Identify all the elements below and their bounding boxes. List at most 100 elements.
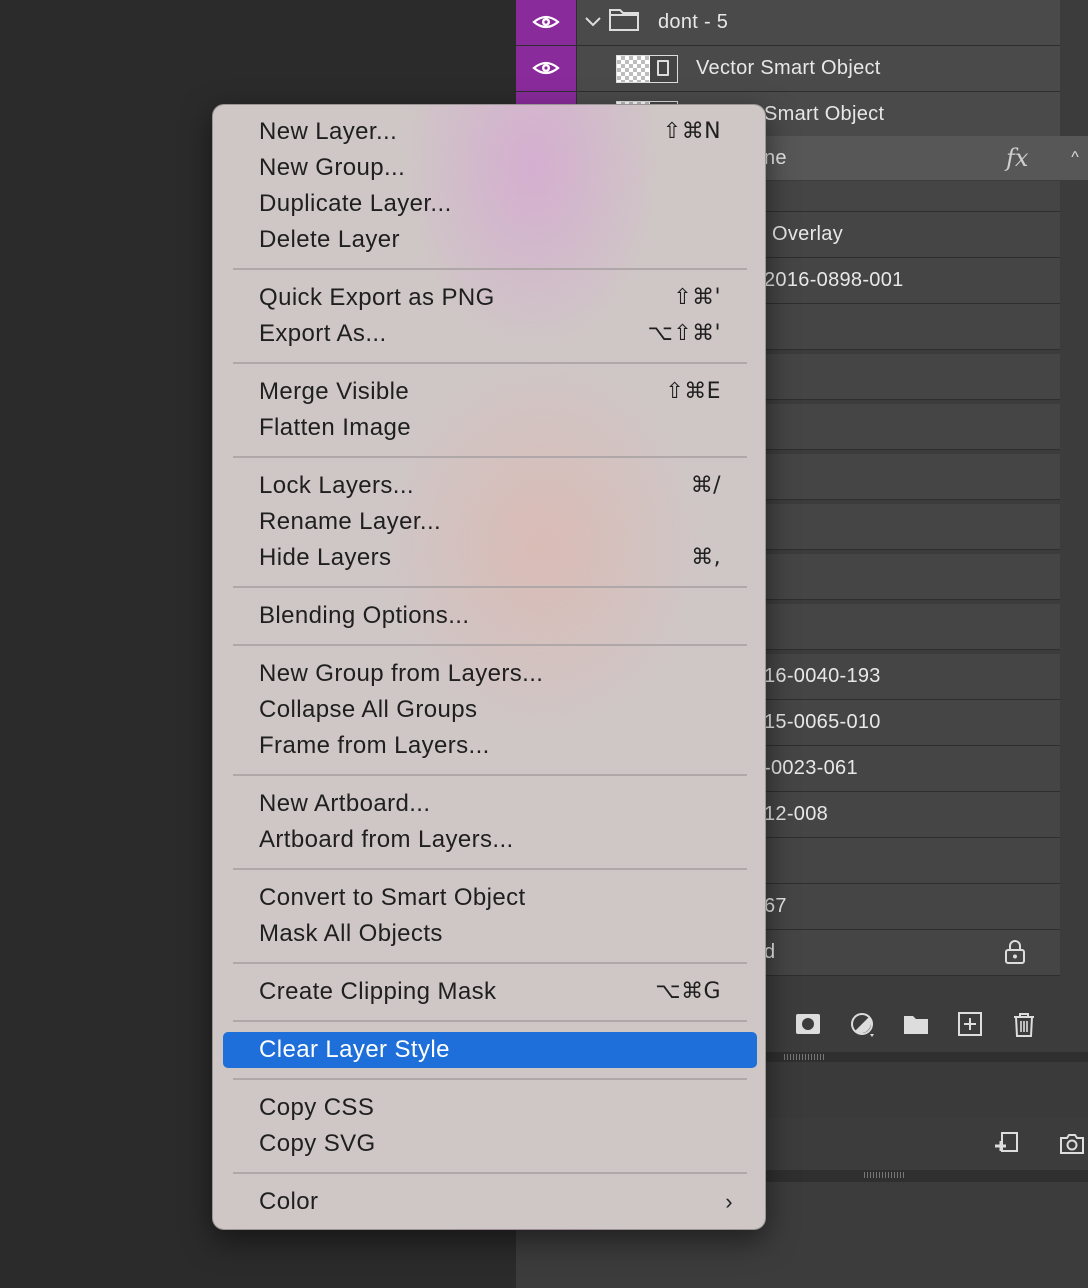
menu-item-label: Quick Export as PNG (259, 284, 495, 311)
smart-object-thumbnail (616, 55, 678, 83)
menu-item-shortcut: ⌥⇧⌘' (647, 321, 721, 346)
menu-item-convert-to-smart-object[interactable]: Convert to Smart Object (223, 880, 757, 916)
layer-name: -0023-061 (764, 757, 858, 779)
menu-item-collapse-all-groups[interactable]: Collapse All Groups (223, 692, 757, 728)
menu-item-rename-layer[interactable]: Rename Layer... (223, 504, 757, 540)
menu-item-delete-layer[interactable]: Delete Layer (223, 222, 757, 258)
camera-icon[interactable] (1058, 1130, 1086, 1158)
menu-item-label: Delete Layer (259, 226, 400, 253)
layer-name: 67 (764, 895, 787, 917)
menu-item-label: Export As... (259, 320, 387, 347)
menu-separator (233, 962, 747, 964)
resize-grip[interactable] (784, 1054, 824, 1060)
mask-icon[interactable] (794, 1010, 822, 1038)
eye-icon (532, 61, 560, 75)
layer-name: 16-0040-193 (764, 665, 881, 687)
layer-context-menu: New Layer... ⇧⌘N New Group... Duplicate Lay… (212, 104, 766, 1230)
menu-item-shortcut: ⇧⌘E (665, 379, 721, 404)
menu-item-label: New Artboard... (259, 790, 431, 817)
menu-separator (233, 362, 747, 364)
menu-item-merge-visible[interactable]: Merge Visible ⇧⌘E (223, 374, 757, 410)
menu-item-export-as[interactable]: Export As... ⌥⇧⌘' (223, 316, 757, 352)
menu-item-label: Create Clipping Mask (259, 978, 497, 1005)
menu-item-clear-layer-style[interactable]: Clear Layer Style (223, 1032, 757, 1068)
menu-separator (233, 868, 747, 870)
menu-separator (233, 456, 747, 458)
layer-row-smart-object[interactable]: Vector Smart Object (516, 46, 1060, 92)
menu-item-label: Lock Layers... (259, 472, 415, 499)
layer-name: dont - 5 (658, 11, 729, 33)
menu-item-lock-layers[interactable]: Lock Layers... ⌘/ (223, 468, 757, 504)
menu-item-color[interactable]: Color › (223, 1184, 757, 1220)
chevron-down-icon[interactable] (584, 13, 602, 31)
menu-item-label: Color (259, 1188, 319, 1215)
menu-separator (233, 586, 747, 588)
menu-item-shortcut: ⇧⌘N (662, 119, 721, 144)
resize-grip[interactable] (864, 1172, 904, 1178)
menu-separator (233, 1078, 747, 1080)
collapse-button[interactable]: ^ (1060, 136, 1088, 180)
menu-item-copy-svg[interactable]: Copy SVG (223, 1126, 757, 1162)
menu-item-artboard-from-layers[interactable]: Artboard from Layers... (223, 822, 757, 858)
menu-item-new-group-from-layers[interactable]: New Group from Layers... (223, 656, 757, 692)
new-layer-icon[interactable] (956, 1010, 984, 1038)
menu-item-copy-css[interactable]: Copy CSS (223, 1090, 757, 1126)
visibility-toggle[interactable] (516, 46, 577, 91)
eye-icon (532, 15, 560, 29)
menu-item-label: Hide Layers (259, 544, 392, 571)
adjustment-icon[interactable] (848, 1010, 876, 1038)
menu-item-shortcut: ⇧⌘' (673, 285, 721, 310)
menu-item-new-artboard[interactable]: New Artboard... (223, 786, 757, 822)
chevron-right-icon: › (725, 1189, 733, 1214)
layer-name: Vector Smart Object (696, 57, 881, 79)
menu-item-quick-export-as-png[interactable]: Quick Export as PNG ⇧⌘' (223, 280, 757, 316)
menu-item-label: New Layer... (259, 118, 398, 145)
layer-name: 15-0065-010 (764, 711, 881, 733)
layer-name: Overlay (772, 223, 844, 245)
visibility-toggle[interactable] (516, 0, 577, 45)
layer-name: Smart Object (764, 103, 885, 125)
folder-icon (609, 9, 639, 31)
lock-icon (1005, 940, 1025, 964)
menu-item-label: Clear Layer Style (259, 1036, 450, 1063)
import-icon[interactable] (992, 1130, 1020, 1158)
menu-item-new-layer[interactable]: New Layer... ⇧⌘N (223, 114, 757, 150)
menu-item-label: Flatten Image (259, 414, 411, 441)
menu-separator (233, 774, 747, 776)
menu-item-label: Artboard from Layers... (259, 826, 514, 853)
layer-row-group[interactable]: dont - 5 (516, 0, 1060, 46)
menu-item-label: Copy CSS (259, 1094, 375, 1121)
menu-item-hide-layers[interactable]: Hide Layers ⌘, (223, 540, 757, 576)
menu-item-shortcut: ⌥⌘G (655, 979, 721, 1004)
layer-name: 12-008 (764, 803, 829, 825)
layer-name: 2016-0898-001 (764, 269, 904, 291)
menu-item-label: New Group... (259, 154, 406, 181)
menu-item-label: Frame from Layers... (259, 732, 490, 759)
menu-item-label: Mask All Objects (259, 920, 443, 947)
menu-item-label: Blending Options... (259, 602, 470, 629)
layer-name: ne (764, 147, 787, 169)
menu-item-label: Collapse All Groups (259, 696, 478, 723)
menu-item-label: Rename Layer... (259, 508, 442, 535)
menu-item-shortcut: ⌘, (691, 545, 721, 570)
menu-item-shortcut: ⌘/ (690, 473, 721, 498)
menu-item-frame-from-layers[interactable]: Frame from Layers... (223, 728, 757, 764)
menu-separator (233, 1172, 747, 1174)
menu-item-blending-options[interactable]: Blending Options... (223, 598, 757, 634)
menu-item-label: Convert to Smart Object (259, 884, 526, 911)
menu-item-mask-all-objects[interactable]: Mask All Objects (223, 916, 757, 952)
menu-item-create-clipping-mask[interactable]: Create Clipping Mask ⌥⌘G (223, 974, 757, 1010)
menu-item-duplicate-layer[interactable]: Duplicate Layer... (223, 186, 757, 222)
menu-item-label: Merge Visible (259, 378, 410, 405)
fx-icon[interactable]: fx (1006, 136, 1028, 180)
menu-item-label: New Group from Layers... (259, 660, 544, 687)
menu-item-label: Copy SVG (259, 1130, 376, 1157)
new-group-icon[interactable] (902, 1010, 930, 1038)
menu-item-flatten-image[interactable]: Flatten Image (223, 410, 757, 446)
menu-item-new-group[interactable]: New Group... (223, 150, 757, 186)
menu-separator (233, 268, 747, 270)
trash-icon[interactable] (1010, 1010, 1038, 1038)
menu-separator (233, 1020, 747, 1022)
menu-separator (233, 644, 747, 646)
menu-item-label: Duplicate Layer... (259, 190, 452, 217)
